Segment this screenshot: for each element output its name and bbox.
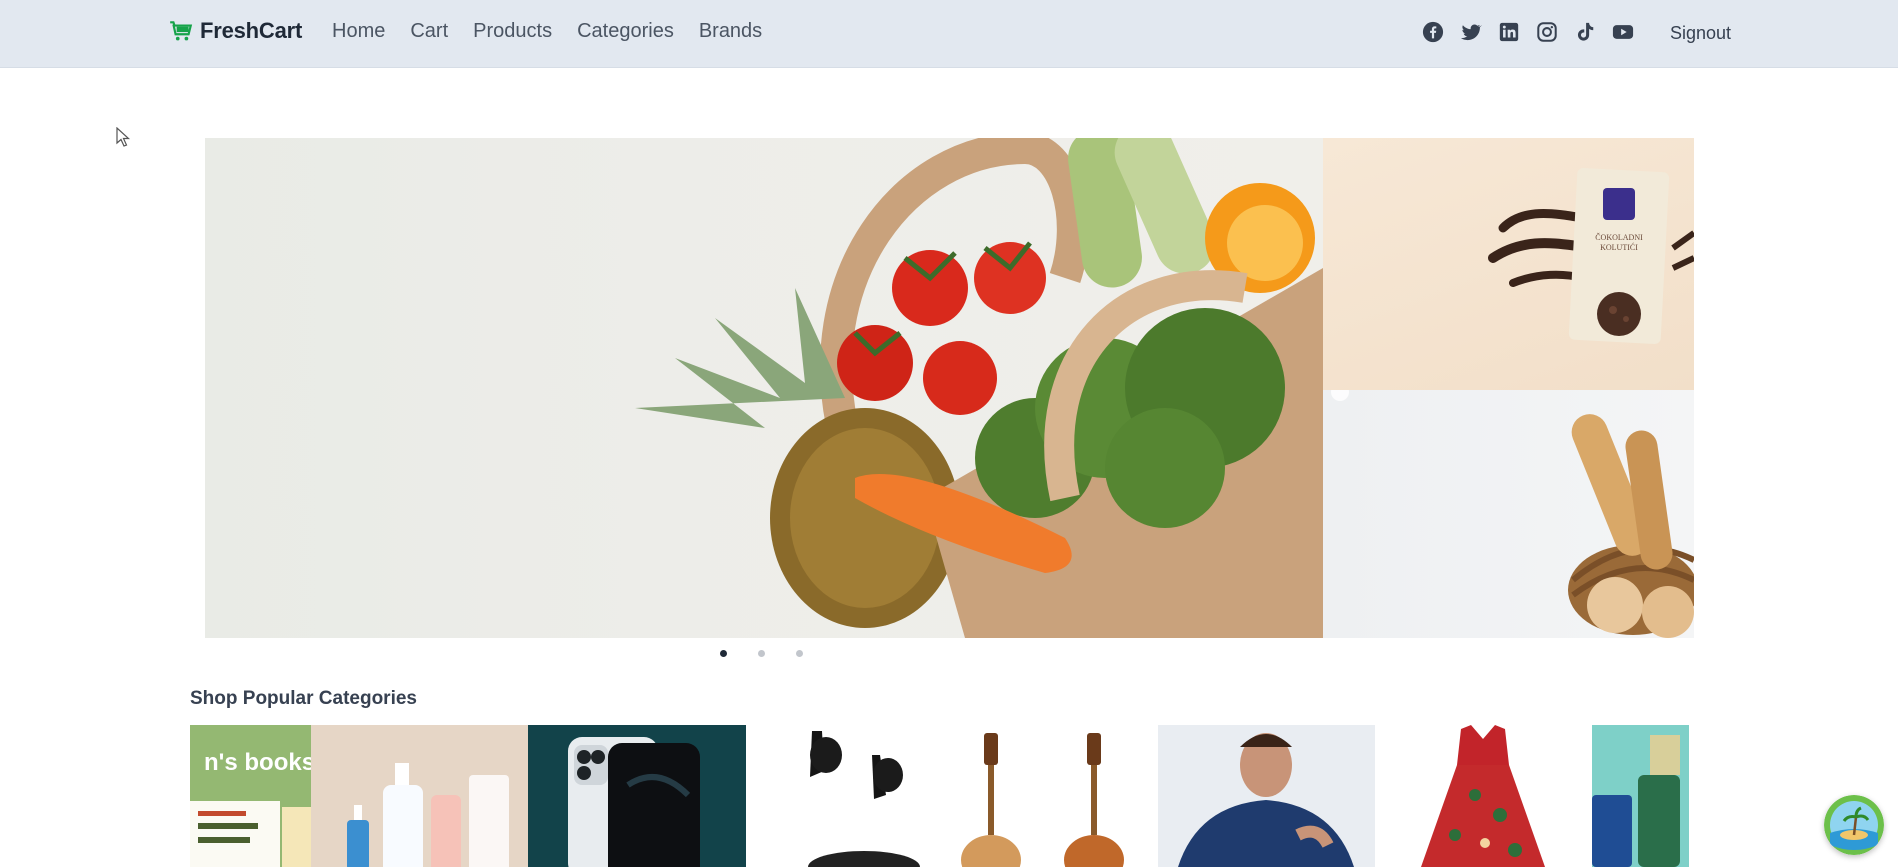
mouse-cursor-icon (116, 127, 131, 147)
packaging-text: ČOKOLADNI KOLUTIĆI (1595, 233, 1643, 252)
youtube-icon[interactable] (1612, 21, 1634, 43)
category-tile-supermarket[interactable] (1592, 725, 1689, 867)
slider-dots (720, 650, 803, 657)
books-image (190, 801, 311, 867)
nav-home-link[interactable]: Home (332, 20, 385, 43)
slider-dot-1[interactable] (720, 650, 727, 657)
side-slide-bread[interactable] (1323, 390, 1694, 638)
island-avatar-icon (1824, 795, 1884, 855)
books-banner-text: n's books (204, 749, 311, 776)
smartphone-image (568, 737, 700, 867)
side-slide-cookies[interactable]: ČOKOLADNI KOLUTIĆI (1323, 138, 1694, 390)
slider-dot-3[interactable] (796, 650, 803, 657)
bread-basket-image (1331, 390, 1694, 638)
nav-categories-link[interactable]: Categories (577, 20, 674, 43)
category-tile-womens-fashion[interactable] (1375, 725, 1592, 867)
earbuds-image (808, 731, 920, 867)
tiktok-icon[interactable] (1574, 21, 1596, 43)
main-nav: Home Cart Products Categories Brands (332, 20, 762, 43)
cookies-package-image (1488, 168, 1694, 344)
category-tile-beauty[interactable] (311, 725, 528, 867)
brand-name: FreshCart (200, 18, 303, 43)
category-tile-books[interactable]: n's books (190, 725, 311, 867)
category-tile-music[interactable] (940, 725, 1158, 867)
grocery-bag-image (635, 138, 1323, 638)
groceries-image (1592, 735, 1680, 867)
category-tile-electronics[interactable] (746, 725, 940, 867)
slider-dot-2[interactable] (758, 650, 765, 657)
floral-dress-image (1421, 725, 1545, 867)
category-tile-mens-fashion[interactable] (1158, 725, 1375, 867)
linkedin-icon[interactable] (1498, 21, 1520, 43)
signout-link[interactable]: Signout (1670, 23, 1731, 44)
nav-cart-link[interactable]: Cart (410, 20, 448, 43)
skincare-products-image (347, 763, 509, 867)
instagram-icon[interactable] (1536, 21, 1558, 43)
facebook-icon[interactable] (1422, 21, 1444, 43)
guitars-image (961, 733, 1124, 867)
category-tile-mobiles[interactable] (528, 725, 746, 867)
twitter-icon[interactable] (1460, 21, 1482, 43)
navbar: FreshCart Home Cart Products Categories … (0, 0, 1898, 68)
section-title-popular-categories: Shop Popular Categories (190, 688, 417, 709)
hero-slide-grocery-bag[interactable] (205, 138, 1323, 638)
chat-widget-button[interactable] (1824, 795, 1884, 855)
social-links (1422, 21, 1634, 43)
category-carousel: n's books (190, 725, 1709, 867)
man-hoodie-image (1178, 733, 1354, 867)
nav-products-link[interactable]: Products (473, 20, 552, 43)
shopping-cart-icon (170, 21, 193, 41)
nav-brands-link[interactable]: Brands (699, 20, 762, 43)
brand-logo[interactable]: FreshCart (168, 18, 302, 44)
